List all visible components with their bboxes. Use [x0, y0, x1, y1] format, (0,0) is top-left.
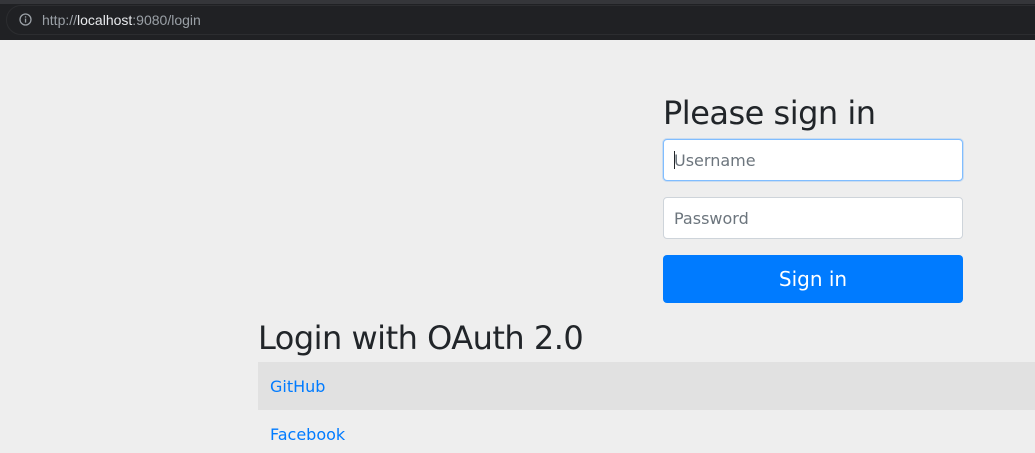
password-input[interactable]: [663, 197, 963, 239]
oauth-heading: Login with OAuth 2.0: [258, 319, 584, 357]
page: http://localhost:9080/login Please sign …: [0, 0, 1035, 453]
text-caret: [674, 151, 675, 169]
url-text[interactable]: http://localhost:9080/login: [42, 12, 201, 28]
sign-in-button[interactable]: Sign in: [663, 255, 963, 303]
url-scheme: http://: [42, 12, 78, 28]
username-input[interactable]: [663, 139, 963, 181]
oauth-provider-table: GitHub Facebook: [258, 362, 1035, 453]
omnibox[interactable]: http://localhost:9080/login: [6, 5, 1035, 35]
browser-top-strip: [0, 0, 1035, 4]
url-host: localhost: [77, 12, 133, 28]
table-row: GitHub: [258, 362, 1035, 410]
info-circle-icon[interactable]: [19, 13, 32, 26]
browser-address-bar: http://localhost:9080/login: [0, 0, 1035, 40]
table-row: Facebook: [258, 410, 1035, 453]
facebook-login-link[interactable]: Facebook: [270, 425, 345, 444]
signin-heading: Please sign in: [663, 94, 876, 132]
github-login-link[interactable]: GitHub: [270, 377, 325, 396]
url-path: :9080/login: [132, 12, 201, 28]
